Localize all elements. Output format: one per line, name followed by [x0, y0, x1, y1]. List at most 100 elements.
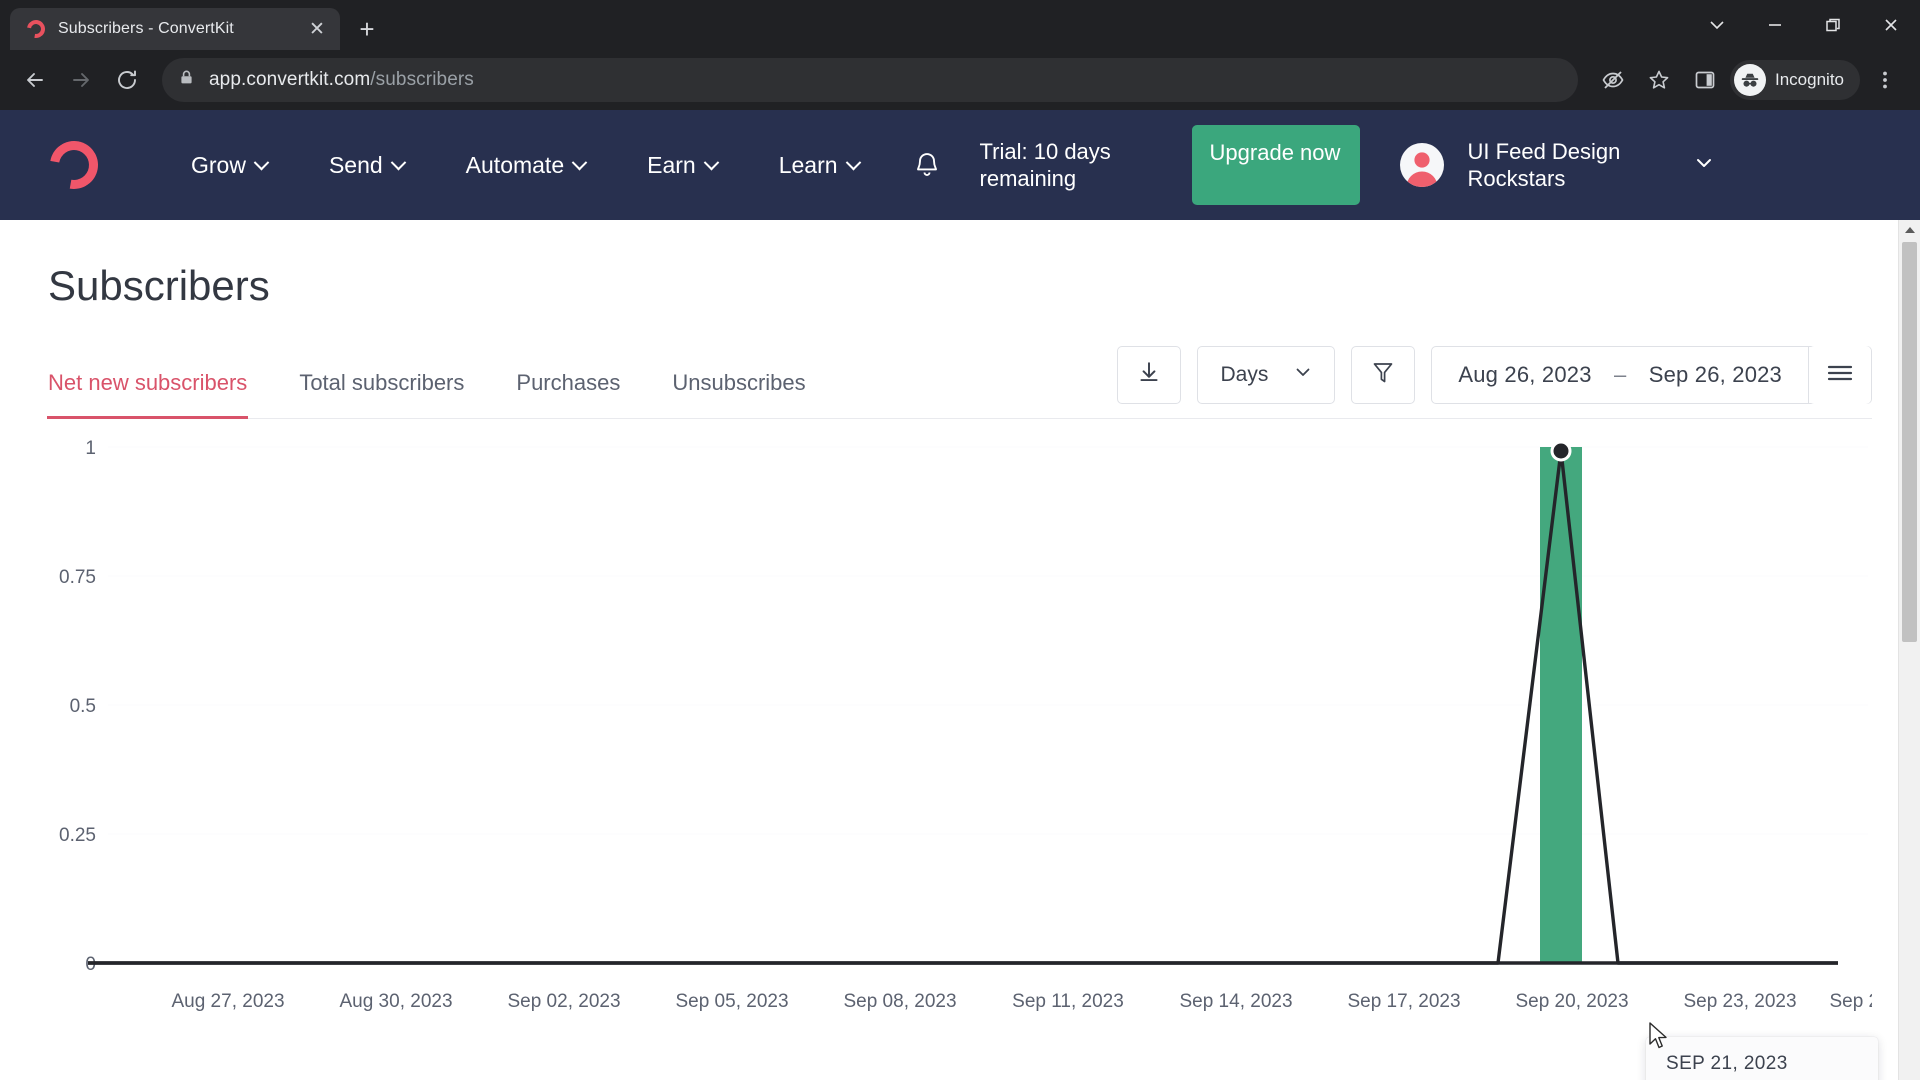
date-range-start: Aug 26, 2023: [1458, 362, 1592, 387]
chart-tooltip: SEP 21, 2023 1 new subscribers cancellat…: [1646, 1037, 1878, 1080]
nav-item-earn[interactable]: Earn: [616, 152, 748, 179]
svg-text:Sep 23, 2023: Sep 23, 2023: [1683, 991, 1796, 1012]
chevron-down-icon[interactable]: [1688, 0, 1746, 50]
lock-icon: [178, 69, 195, 91]
plus-icon[interactable]: +: [350, 12, 384, 46]
date-range-group: Aug 26, 2023 – Sep 26, 2023: [1431, 346, 1872, 404]
arrow-left-icon[interactable]: [14, 59, 56, 101]
nav-item-send[interactable]: Send: [298, 152, 435, 179]
svg-text:Sep 20, 2023: Sep 20, 2023: [1515, 991, 1628, 1012]
svg-text:Sep 11, 2023: Sep 11, 2023: [1012, 991, 1124, 1012]
bell-icon[interactable]: [912, 150, 942, 180]
browser-tab-strip: Subscribers - ConvertKit ✕ +: [0, 0, 1920, 50]
tabs-and-controls: Net new subscribers Total subscribers Pu…: [46, 346, 1872, 419]
report-tabs: Net new subscribers Total subscribers Pu…: [46, 370, 858, 419]
chart-controls: Days Aug 26, 2023 – Sep 26, 2023: [1117, 346, 1872, 418]
browser-toolbar: app.convertkit.com/subscribers Incognito: [0, 50, 1920, 110]
address-bar[interactable]: app.convertkit.com/subscribers: [162, 58, 1578, 102]
upgrade-now-button[interactable]: Upgrade now: [1191, 125, 1360, 205]
url-domain: app.convertkit.com: [209, 69, 371, 90]
download-button[interactable]: [1117, 346, 1182, 404]
reload-icon[interactable]: [106, 59, 148, 101]
nav-label: Learn: [778, 151, 838, 178]
tab-unsubscribes[interactable]: Unsubscribes: [672, 370, 805, 418]
main-nav: Grow Send Automate Earn Learn: [160, 152, 890, 179]
date-range-end: Sep 26, 2023: [1648, 362, 1782, 387]
svg-text:Sep 05, 2023: Sep 05, 2023: [675, 991, 788, 1012]
close-icon[interactable]: [1862, 0, 1920, 50]
chevron-down-icon: [571, 154, 588, 170]
browser-actions: Incognito: [1592, 59, 1906, 101]
tab-purchases[interactable]: Purchases: [516, 370, 620, 418]
nav-item-learn[interactable]: Learn: [748, 152, 890, 179]
close-icon[interactable]: ✕: [304, 16, 330, 42]
filter-funnel-icon: [1371, 360, 1395, 391]
svg-text:Sep 17, 2023: Sep 17, 2023: [1347, 991, 1460, 1012]
url-path: /subscribers: [370, 69, 474, 90]
filter-button[interactable]: [1351, 346, 1416, 404]
three-dots-vertical-icon[interactable]: [1864, 59, 1906, 101]
user-avatar-icon[interactable]: [1399, 143, 1444, 187]
svg-text:Sep 14, 2023: Sep 14, 2023: [1179, 991, 1292, 1012]
hamburger-menu-icon: [1827, 363, 1853, 388]
net-new-subscribers-chart[interactable]: 1 0.75 0.5 0.25 0: [48, 429, 1872, 1029]
svg-text:0.25: 0.25: [59, 825, 96, 846]
page-content: Subscribers Net new subscribers Total su…: [0, 220, 1920, 1080]
incognito-icon: [1734, 64, 1766, 96]
minimize-icon[interactable]: [1746, 0, 1804, 50]
app-navbar: Grow Send Automate Earn Learn Trial: 10 …: [0, 110, 1920, 220]
browser-tab-title: Subscribers - ConvertKit: [58, 20, 234, 37]
svg-text:0.75: 0.75: [59, 567, 96, 588]
chevron-down-icon: [703, 154, 719, 170]
browser-window: Subscribers - ConvertKit ✕ + app.convert…: [0, 0, 1920, 1080]
star-icon[interactable]: [1638, 59, 1680, 101]
trial-status: Trial: 10 days remaining: [979, 138, 1111, 192]
nav-label: Send: [328, 151, 383, 178]
chart-menu-button[interactable]: [1809, 346, 1871, 404]
nav-label: Grow: [191, 151, 246, 178]
scroll-up-icon[interactable]: [1899, 220, 1920, 240]
svg-text:Sep 08, 2023: Sep 08, 2023: [843, 991, 956, 1012]
tab-net-new-subscribers[interactable]: Net new subscribers: [46, 370, 249, 419]
bar-new-subscribers: [1540, 447, 1582, 963]
account-name[interactable]: UI Feed Design Rockstars: [1468, 138, 1648, 193]
page-title: Subscribers: [48, 262, 270, 309]
restore-icon[interactable]: [1804, 0, 1862, 50]
chevron-down-icon: [845, 154, 861, 170]
chart-area: 1 0.75 0.5 0.25 0: [48, 429, 1878, 1080]
x-axis-ticks: Aug 27, 2023 Aug 30, 2023 Sep 02, 2023 S…: [171, 991, 1872, 1012]
y-axis-ticks: 1 0.75 0.5 0.25 0: [59, 438, 96, 975]
page-viewport: Grow Send Automate Earn Learn Trial: 10 …: [0, 110, 1920, 1080]
eye-slash-icon[interactable]: [1592, 59, 1634, 101]
chevron-down-icon[interactable]: [1694, 153, 1714, 178]
svg-text:0.5: 0.5: [70, 696, 96, 717]
date-range-picker[interactable]: Aug 26, 2023 – Sep 26, 2023: [1432, 362, 1808, 388]
arrow-right-icon[interactable]: [60, 59, 102, 101]
convertkit-logo-icon[interactable]: [40, 131, 108, 199]
data-point-marker: [1550, 440, 1572, 462]
download-icon: [1136, 360, 1162, 391]
nav-item-automate[interactable]: Automate: [435, 152, 616, 179]
mouse-cursor: [1648, 1022, 1670, 1057]
tab-total-subscribers[interactable]: Total subscribers: [299, 370, 464, 418]
date-range-separator: –: [1613, 362, 1627, 387]
nav-label: Earn: [647, 151, 696, 178]
chevron-down-icon: [253, 154, 270, 170]
svg-text:1: 1: [85, 438, 96, 459]
convertkit-logo-icon: [23, 16, 49, 42]
nav-label: Automate: [465, 151, 565, 178]
svg-text:Sep 26, 2023: Sep 26, 2023: [1829, 991, 1872, 1012]
nav-item-grow[interactable]: Grow: [160, 152, 298, 179]
browser-tab[interactable]: Subscribers - ConvertKit ✕: [10, 8, 340, 50]
window-controls: [1688, 0, 1920, 50]
svg-text:Aug 27, 2023: Aug 27, 2023: [171, 991, 284, 1012]
side-panel-icon[interactable]: [1684, 59, 1726, 101]
interval-label: Days: [1220, 363, 1269, 386]
page-scrollbar[interactable]: [1898, 220, 1920, 1080]
scrollbar-thumb[interactable]: [1902, 242, 1917, 642]
interval-select[interactable]: Days: [1197, 346, 1336, 404]
chart-gridlines: [108, 446, 1868, 835]
profile-pill[interactable]: Incognito: [1730, 60, 1860, 100]
incognito-label: Incognito: [1775, 70, 1844, 89]
chevron-down-icon: [1294, 363, 1312, 387]
